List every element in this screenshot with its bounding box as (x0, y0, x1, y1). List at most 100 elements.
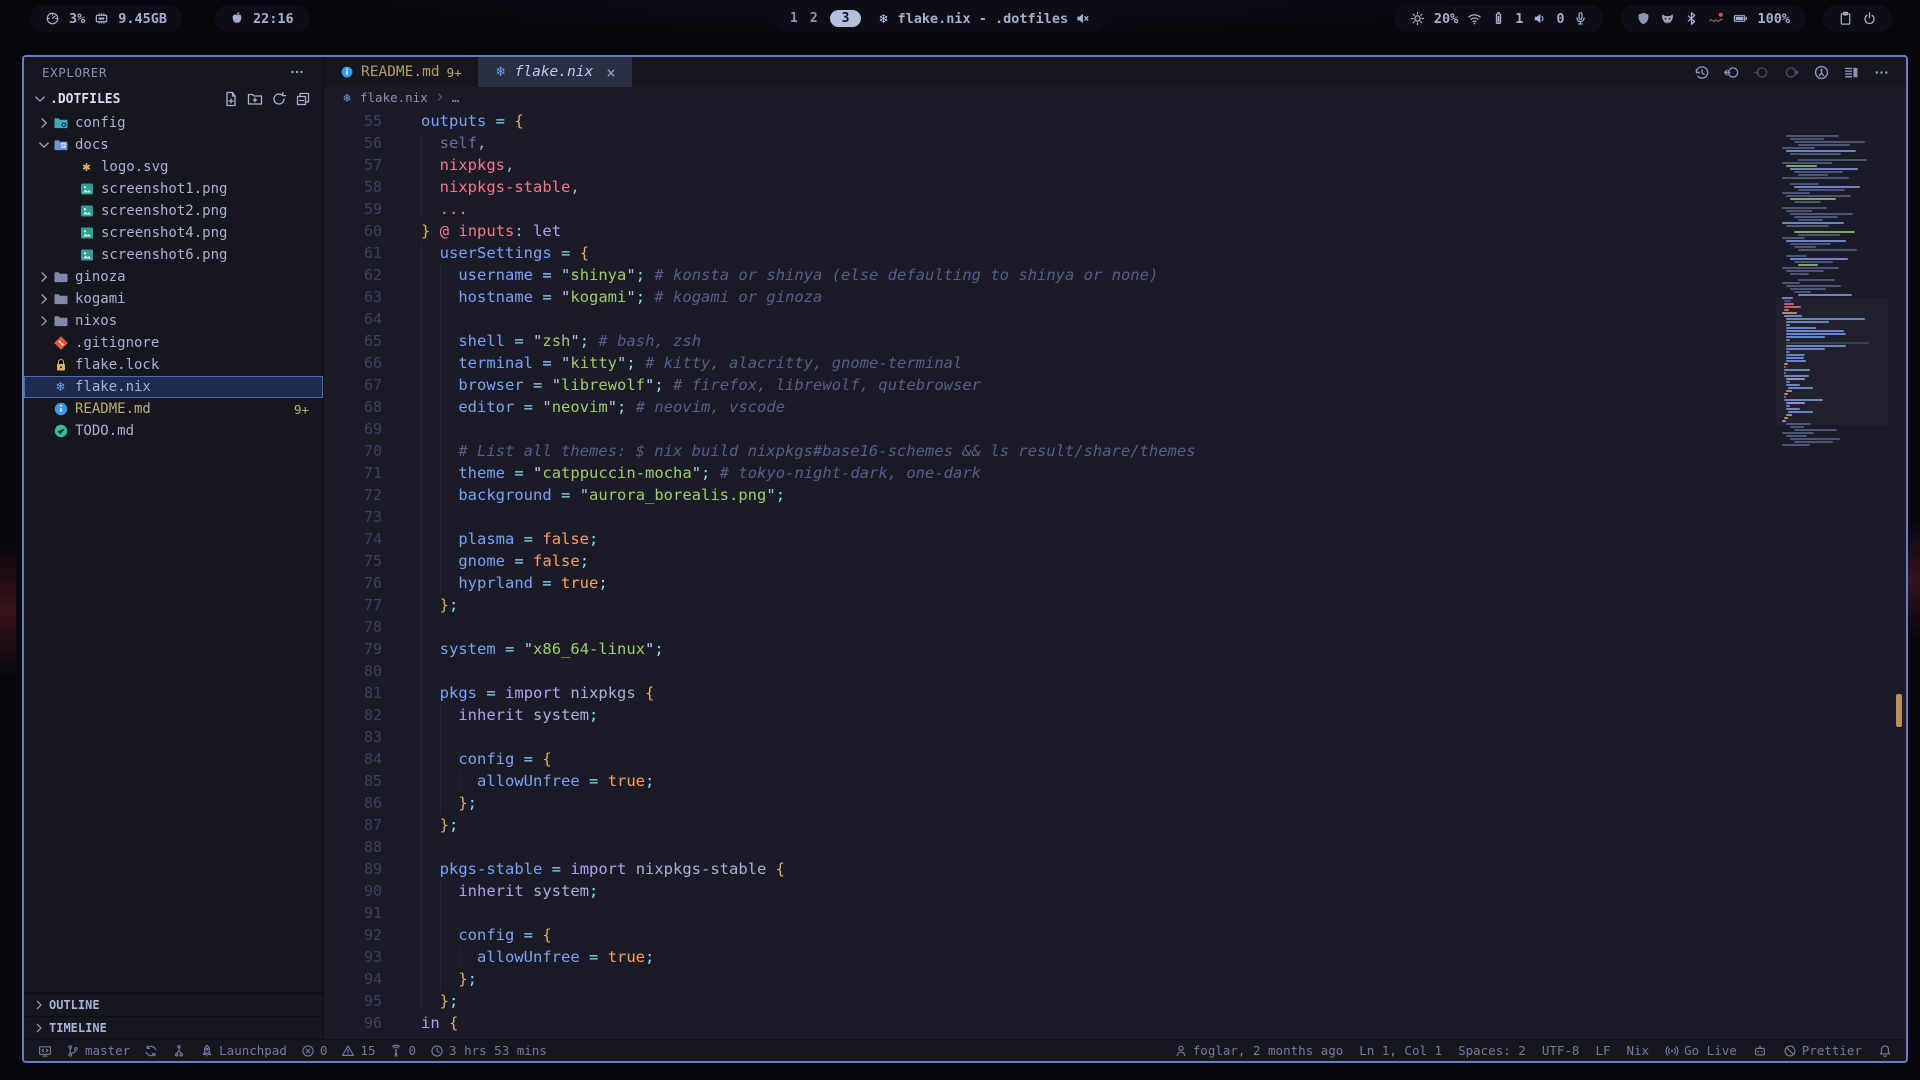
system-stats-pill[interactable]: 3% 9.45GB (30, 5, 182, 32)
code-line: 84 config = { (324, 748, 1776, 770)
tree-item-docs[interactable]: docs (24, 134, 323, 156)
tree-item-label: docs (75, 137, 109, 153)
minimap[interactable] (1782, 135, 1876, 447)
tree-item-todo-md[interactable]: TODO.md (24, 420, 323, 442)
power-pill[interactable] (1823, 5, 1892, 32)
status-item-0[interactable]: 0 (389, 1043, 416, 1058)
graph-icon[interactable] (1813, 64, 1830, 81)
clipboard-icon[interactable] (1838, 11, 1853, 26)
tree-item-logo-svg[interactable]: ✱logo.svg (24, 156, 323, 178)
hardware-status-pill[interactable]: 20% 1 0 (1395, 5, 1604, 32)
tree-item-screenshot4-png[interactable]: screenshot4.png (24, 222, 323, 244)
status-item-3-hrs-53-mins[interactable]: 3 hrs 53 mins (430, 1043, 547, 1058)
tree-item-flake-lock[interactable]: flake.lock (24, 354, 323, 376)
status-item-nix[interactable]: Nix (1627, 1043, 1650, 1058)
minimap-line (1786, 165, 1817, 167)
code-line: 70 # List all themes: $ nix build nixpkg… (324, 440, 1776, 462)
views-more-actions-icon[interactable] (289, 64, 305, 80)
status-item-launchpad[interactable]: Launchpad (200, 1043, 287, 1058)
status-item-sync-icon[interactable] (144, 1044, 158, 1058)
status-item-git-graph-icon[interactable] (172, 1044, 186, 1058)
minimap-line (1786, 324, 1790, 326)
tree-item-screenshot6-png[interactable]: screenshot6.png (24, 244, 323, 266)
history-icon[interactable] (1693, 64, 1710, 81)
tree-item-kogami[interactable]: kogami (24, 288, 323, 310)
tree-item-nixos[interactable]: nixos (24, 310, 323, 332)
browser-tray-icon[interactable] (1660, 11, 1675, 26)
tab-flake-nix[interactable]: ❄flake.nix× (478, 57, 632, 87)
tree-item-screenshot1-png[interactable]: screenshot1.png (24, 178, 323, 200)
breadcrumb[interactable]: ❄ flake.nix … (324, 87, 1906, 107)
refresh-icon[interactable] (269, 89, 289, 109)
status-item-spaces-2[interactable]: Spaces: 2 (1458, 1043, 1526, 1058)
status-item-robot-icon[interactable] (1753, 1044, 1767, 1058)
status-item-prettier[interactable]: Prettier (1783, 1043, 1862, 1058)
image-file-icon (78, 203, 95, 220)
compare-icon[interactable] (1723, 64, 1740, 81)
tree-item-readme-md[interactable]: README.md9+ (24, 398, 323, 420)
minimap-line (1786, 414, 1792, 416)
battery-icon (1733, 11, 1748, 26)
sidebar-section-timeline[interactable]: TIMELINE (24, 1016, 323, 1039)
code-text: userSettings = { (421, 242, 589, 264)
tab-readme-md[interactable]: README.md9+ (324, 57, 478, 87)
minimap-line (1782, 162, 1832, 164)
workspace-button-3[interactable]: 3 (830, 10, 862, 27)
bluetooth-icon[interactable] (1684, 11, 1699, 26)
lock-file-icon (52, 357, 69, 374)
sidebar-section-outline[interactable]: OUTLINE (24, 993, 323, 1016)
code-editor[interactable]: 55outputs = {56 self,57 nixpkgs,58 nixpk… (324, 107, 1776, 1039)
minimap-line (1786, 285, 1841, 287)
breadcrumb-symbol[interactable]: … (452, 90, 460, 105)
clock-pill[interactable]: 22:16 (215, 5, 309, 32)
next-change-icon[interactable] (1783, 64, 1800, 81)
workspace-button-1[interactable]: 1 (790, 11, 798, 26)
tree-item-ginoza[interactable]: ginoza (24, 266, 323, 288)
tree-item-screenshot2-png[interactable]: screenshot2.png (24, 200, 323, 222)
minimap-line (1786, 225, 1829, 227)
new-file-icon[interactable] (221, 89, 241, 109)
status-item-15[interactable]: 15 (341, 1043, 375, 1058)
tree-item-flake-nix[interactable]: ❄flake.nix (24, 376, 323, 398)
workspace-section-header[interactable]: .DOTFILES (24, 87, 323, 111)
line-number: 72 (324, 484, 382, 506)
close-icon[interactable]: × (606, 63, 616, 82)
code-text: plasma = false; (421, 528, 598, 550)
status-item-remote-window-icon[interactable] (38, 1044, 52, 1058)
nix-file-icon: ❄ (52, 379, 69, 396)
status-item-master[interactable]: master (66, 1043, 130, 1058)
status-item-0[interactable]: 0 (301, 1043, 328, 1058)
code-line: 64 (324, 308, 1776, 330)
minimap-line (1798, 189, 1845, 191)
microphone-icon (1573, 11, 1588, 26)
git-file-icon (52, 335, 69, 352)
status-item-foglar-2-months-ago[interactable]: foglar, 2 months ago (1174, 1043, 1344, 1058)
status-item-lf[interactable]: LF (1595, 1043, 1610, 1058)
status-item-ln-1-col-1[interactable]: Ln 1, Col 1 (1359, 1043, 1442, 1058)
notification-tray-icon[interactable] (1708, 11, 1724, 27)
more-actions-icon[interactable] (1873, 64, 1890, 81)
rocket-icon (200, 1044, 214, 1058)
chevron-right-icon (36, 313, 52, 329)
prev-change-icon[interactable] (1753, 64, 1770, 81)
breadcrumb-file[interactable]: flake.nix (360, 90, 428, 105)
code-line: 69 (324, 418, 1776, 440)
wallpaper-accent (0, 540, 16, 680)
tree-item-config[interactable]: config (24, 112, 323, 134)
power-icon[interactable] (1862, 11, 1877, 26)
new-folder-icon[interactable] (245, 89, 265, 109)
status-item-go-live[interactable]: Go Live (1665, 1043, 1737, 1058)
system-tray-pill[interactable]: 100% (1621, 5, 1805, 32)
code-text (421, 418, 458, 440)
code-line: 58 nixpkgs-stable, (324, 176, 1776, 198)
tree-item--gitignore[interactable]: .gitignore (24, 332, 323, 354)
code-text: nixpkgs, (421, 154, 514, 176)
vpn-shield-icon[interactable] (1636, 11, 1651, 26)
status-item-utf-8[interactable]: UTF-8 (1542, 1043, 1580, 1058)
workspace-button-2[interactable]: 2 (810, 11, 818, 26)
code-line: 85 allowUnfree = true; (324, 770, 1776, 792)
split-editor-icon[interactable] (1843, 64, 1860, 81)
status-item-bell-icon[interactable] (1878, 1044, 1892, 1058)
code-line: 63 hostname = "kogami"; # kogami or gino… (324, 286, 1776, 308)
collapse-all-icon[interactable] (293, 89, 313, 109)
